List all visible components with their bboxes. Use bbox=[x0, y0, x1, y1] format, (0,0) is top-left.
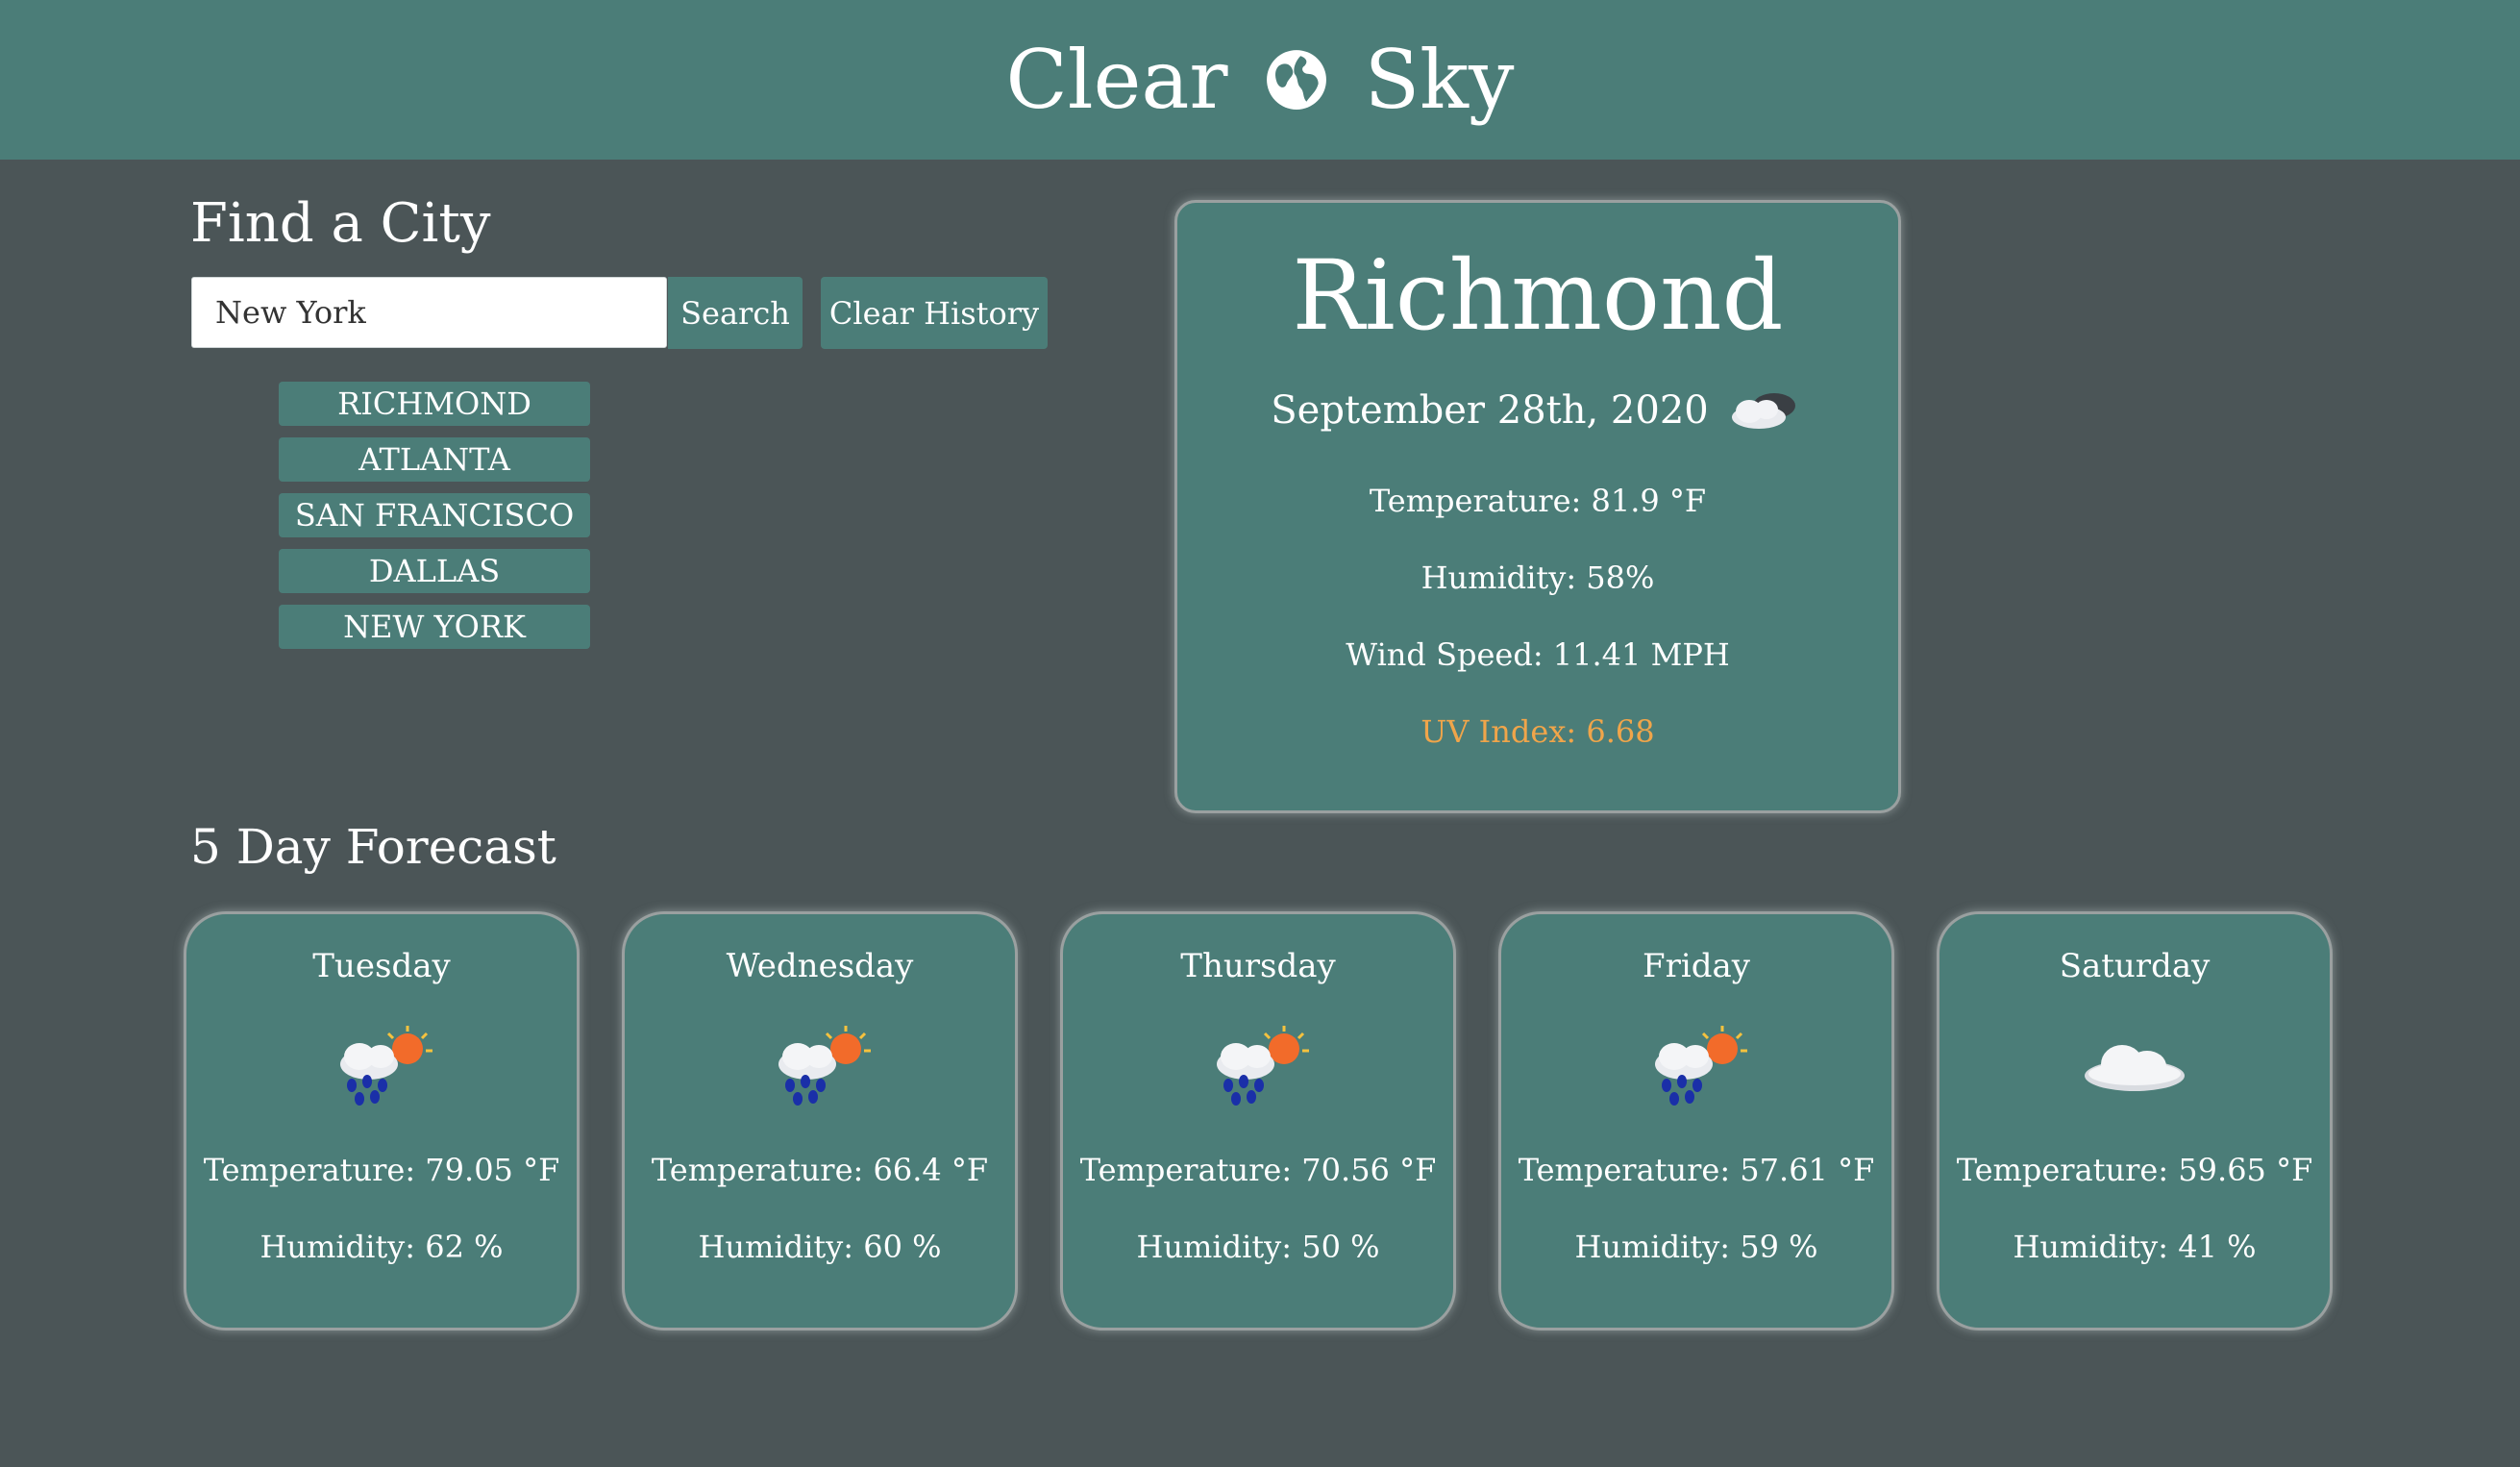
current-date-row: September 28th, 2020 bbox=[1177, 382, 1898, 439]
forecast-temperature: Temperature: 57.61 °F bbox=[1518, 1152, 1875, 1188]
current-city-name: Richmond bbox=[1292, 239, 1784, 352]
forecast-humidity: Humidity: 59 % bbox=[1574, 1229, 1818, 1265]
forecast-humidity: Humidity: 60 % bbox=[698, 1229, 942, 1265]
app-title-left: Clear bbox=[1005, 33, 1228, 127]
current-date: September 28th, 2020 bbox=[1271, 388, 1709, 433]
clear-history-button[interactable]: Clear History bbox=[821, 277, 1048, 349]
history-item-san-francisco[interactable]: San Francisco bbox=[279, 493, 590, 537]
forecast-card: Saturday Temperature: 59.65 °F Humidity:… bbox=[1937, 911, 2333, 1330]
forecast-temperature: Temperature: 79.05 °F bbox=[203, 1152, 560, 1188]
globe-icon bbox=[1266, 50, 1326, 110]
forecast-temperature: Temperature: 59.65 °F bbox=[1956, 1152, 2313, 1188]
forecast-card: Friday Temperature: 57.61 °F Humidity: 5… bbox=[1498, 911, 1894, 1330]
current-uv-index: UV Index: 6.68 bbox=[1421, 713, 1655, 750]
forecast-humidity: Humidity: 50 % bbox=[1136, 1229, 1380, 1265]
app-header: Clear Sky bbox=[0, 0, 2520, 160]
current-humidity: Humidity: 58% bbox=[1421, 559, 1655, 596]
history-item-new-york[interactable]: New York bbox=[279, 605, 590, 649]
rain-sun-icon bbox=[1655, 1026, 1747, 1106]
forecast-day: Thursday bbox=[1180, 947, 1336, 985]
forecast-day: Saturday bbox=[2059, 947, 2211, 985]
rain-sun-icon bbox=[340, 1026, 432, 1106]
history-item-richmond[interactable]: Richmond bbox=[279, 382, 590, 426]
app-title-right: Sky bbox=[1364, 33, 1515, 127]
city-search-input[interactable] bbox=[191, 277, 667, 348]
forecast-card: Thursday Temperature: 70.56 °F Humidity:… bbox=[1060, 911, 1456, 1330]
find-city-heading: Find a City bbox=[190, 192, 491, 255]
partly-cloudy-icon bbox=[1731, 393, 1795, 429]
search-history-list: Richmond Atlanta San Francisco Dallas Ne… bbox=[279, 382, 590, 660]
forecast-card: Wednesday Temperature: 66.4 °F Humidity:… bbox=[622, 911, 1018, 1330]
forecast-humidity: Humidity: 62 % bbox=[259, 1229, 504, 1265]
rain-sun-icon bbox=[778, 1026, 871, 1106]
forecast-day: Tuesday bbox=[312, 947, 451, 985]
history-item-atlanta[interactable]: Atlanta bbox=[279, 437, 590, 482]
app-title: Clear Sky bbox=[1006, 39, 1515, 120]
history-item-dallas[interactable]: Dallas bbox=[279, 549, 590, 593]
cloud-icon bbox=[2085, 1045, 2185, 1091]
search-button[interactable]: Search bbox=[668, 277, 803, 349]
forecast-day: Wednesday bbox=[726, 947, 914, 985]
current-weather-card: Richmond September 28th, 2020 Temperatur… bbox=[1174, 200, 1901, 813]
forecast-list: Tuesday Temperature: 79.05 °F Humidity: … bbox=[184, 911, 2336, 1332]
current-temperature: Temperature: 81.9 °F bbox=[1369, 483, 1707, 519]
forecast-temperature: Temperature: 66.4 °F bbox=[651, 1152, 989, 1188]
forecast-humidity: Humidity: 41 % bbox=[2013, 1229, 2257, 1265]
current-wind-speed: Wind Speed: 11.41 MPH bbox=[1346, 636, 1730, 673]
rain-sun-icon bbox=[1217, 1026, 1309, 1106]
forecast-day: Friday bbox=[1643, 947, 1750, 985]
forecast-temperature: Temperature: 70.56 °F bbox=[1079, 1152, 1437, 1188]
forecast-card: Tuesday Temperature: 79.05 °F Humidity: … bbox=[184, 911, 580, 1330]
forecast-heading: 5 Day Forecast bbox=[190, 819, 556, 875]
